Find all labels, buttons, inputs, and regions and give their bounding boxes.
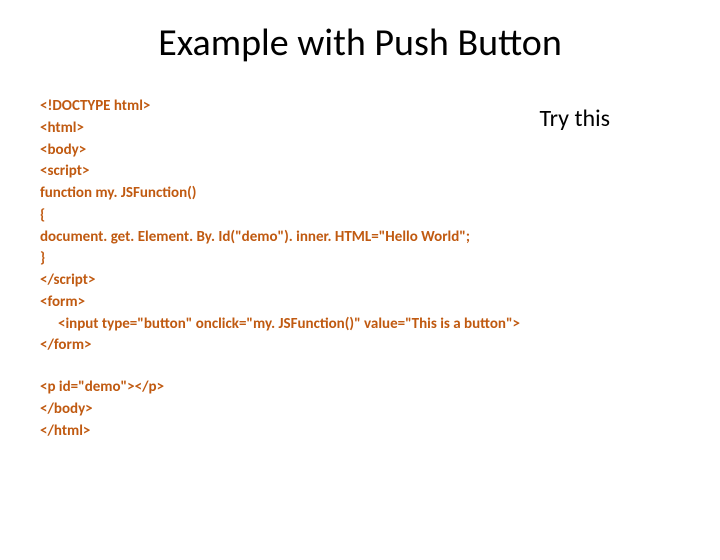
code-line: function my. JSFunction() [40, 183, 680, 205]
code-line: <input type="button" onclick="my. JSFunc… [40, 314, 680, 336]
code-line: <body> [40, 140, 680, 162]
blank-line [40, 357, 680, 377]
slide-title: Example with Push Button [0, 20, 720, 66]
code-line: </form> [40, 335, 680, 357]
slide-content: Try this <!DOCTYPE html> <html> <body> <… [0, 96, 720, 442]
try-this-label: Try this [539, 104, 610, 133]
code-line: } [40, 248, 680, 270]
code-line: </script> [40, 270, 680, 292]
code-line: { [40, 205, 680, 227]
code-line: <form> [40, 292, 680, 314]
code-line: document. get. Element. By. Id("demo"). … [40, 227, 680, 249]
code-line: <p id="demo"></p> [40, 377, 680, 399]
code-line: </body> [40, 399, 680, 421]
code-line: <script> [40, 161, 680, 183]
code-line: </html> [40, 421, 680, 443]
